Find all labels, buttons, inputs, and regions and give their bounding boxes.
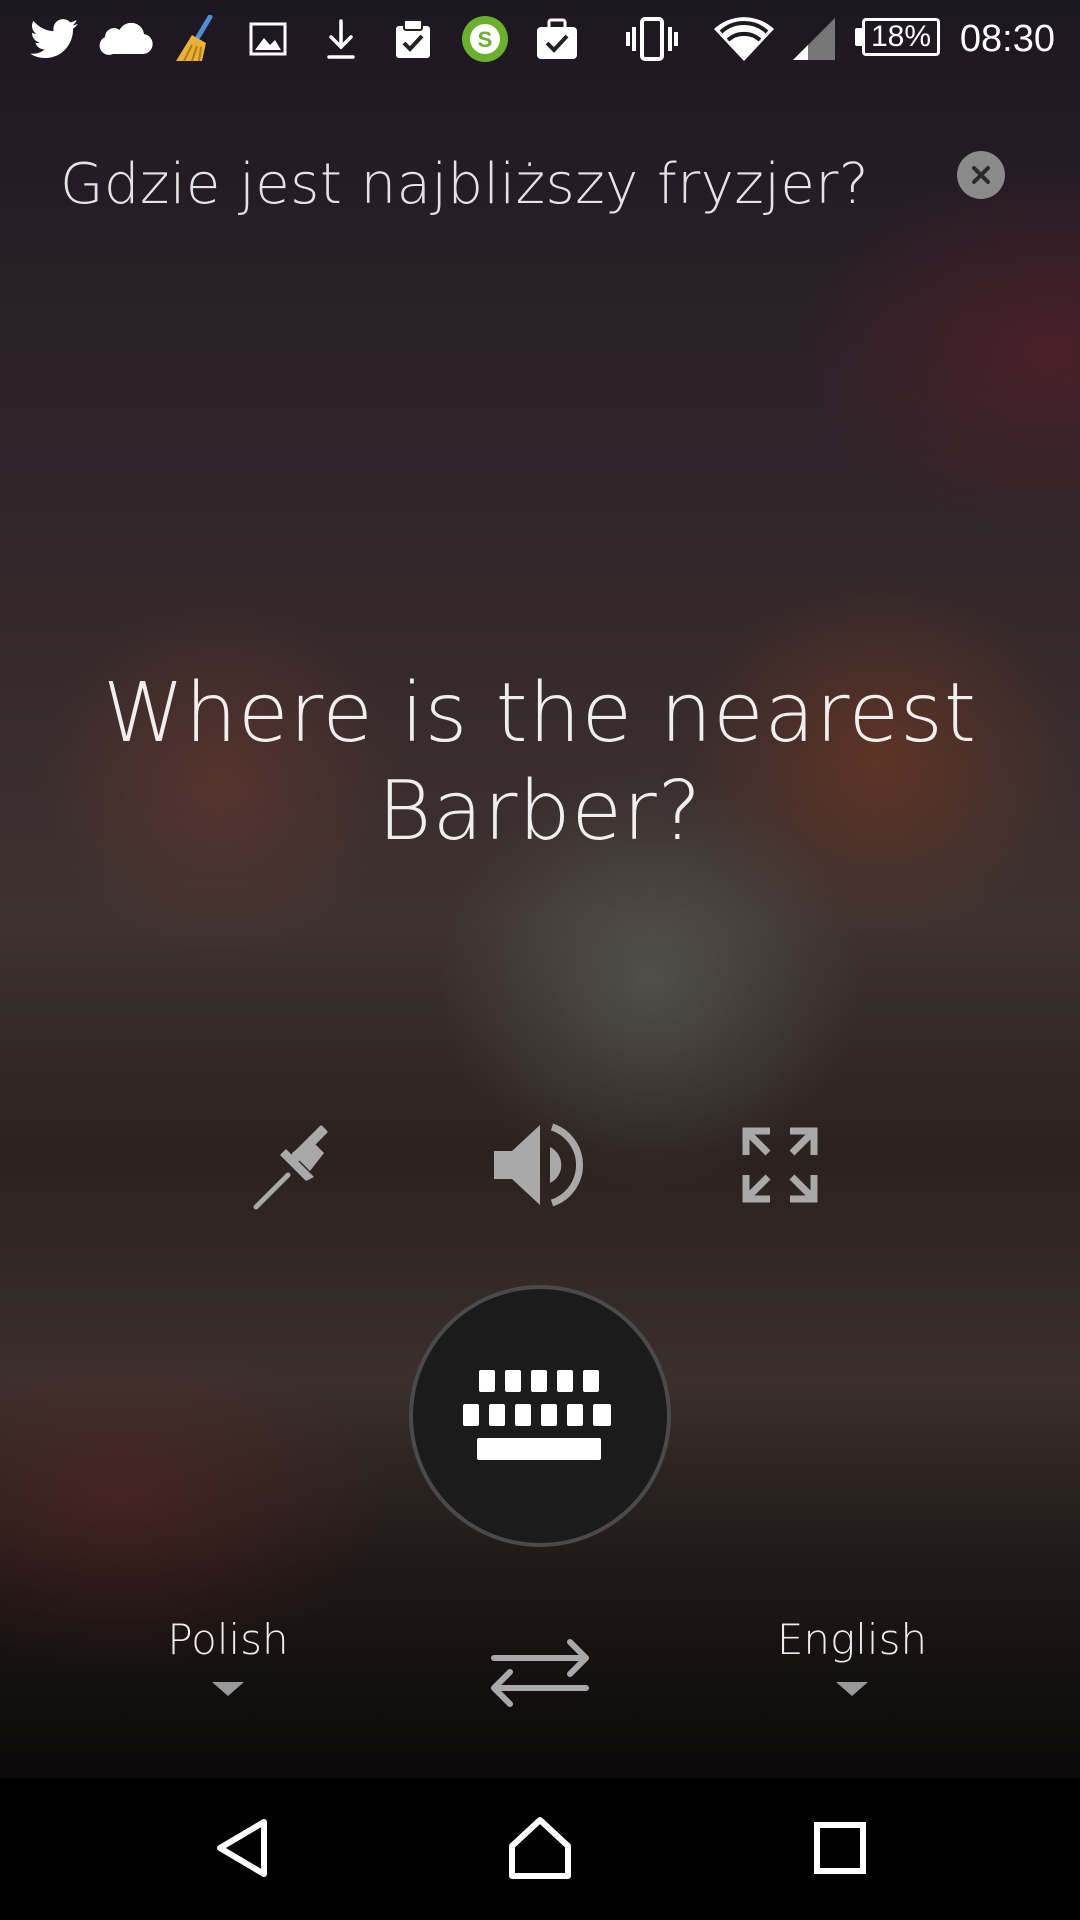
keyboard-icon (463, 1370, 611, 1460)
battery-indicator: 18% (862, 18, 940, 56)
fullscreen-button[interactable] (730, 1115, 830, 1215)
download-icon (318, 14, 364, 64)
home-button[interactable] (480, 1798, 600, 1898)
navigation-bar (0, 1778, 1080, 1920)
pin-icon (253, 1125, 328, 1210)
close-button[interactable] (957, 151, 1005, 199)
home-icon (509, 1817, 571, 1879)
vibrate-icon (622, 14, 682, 64)
translated-text: Where is the nearest Barber? (102, 666, 978, 859)
target-language-selector[interactable]: English (732, 1615, 972, 1696)
pin-button[interactable] (248, 1115, 348, 1215)
image-icon (245, 14, 291, 64)
wifi-icon (712, 14, 776, 64)
cloud-icon (98, 14, 154, 64)
chevron-down-icon (212, 1682, 244, 1696)
speaker-icon (494, 1123, 584, 1207)
recents-button[interactable] (780, 1798, 900, 1898)
swap-arrows-icon (491, 1639, 589, 1707)
briefcase-check-icon (532, 14, 582, 64)
battery-nub (855, 28, 862, 46)
close-icon (972, 166, 990, 184)
clock: 08:30 (959, 18, 1055, 60)
swap-languages-button[interactable] (480, 1628, 600, 1718)
source-language-selector[interactable]: Polish (108, 1615, 348, 1696)
signal-icon (790, 14, 838, 64)
recents-icon (814, 1822, 866, 1874)
target-language-label: English (776, 1615, 928, 1664)
shazam-icon: S (460, 14, 510, 64)
chevron-down-icon (836, 1682, 868, 1696)
battery-percent: 18% (870, 20, 932, 53)
fullscreen-icon (742, 1127, 818, 1203)
broom-icon (170, 14, 222, 64)
source-text[interactable]: Gdzie jest najbliższy fryzjer? (60, 150, 940, 220)
back-button[interactable] (182, 1798, 302, 1898)
svg-text:S: S (478, 27, 493, 52)
keyboard-button[interactable] (409, 1285, 671, 1547)
twitter-icon (28, 14, 80, 64)
source-language-label: Polish (167, 1615, 289, 1664)
speaker-button[interactable] (490, 1115, 590, 1215)
back-icon (217, 1819, 267, 1877)
clipboard-check-icon (388, 14, 438, 64)
status-bar: S 18% 08:30 (0, 0, 1080, 78)
